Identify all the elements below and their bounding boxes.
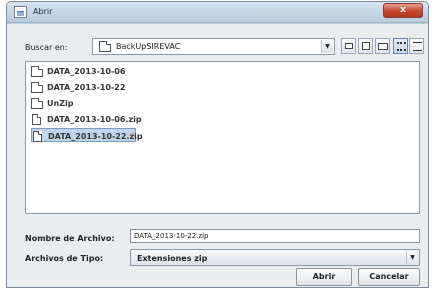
file-name-label: Nombre de Archivo: [25, 234, 115, 243]
folder-icon [31, 98, 43, 109]
folder-icon [99, 41, 111, 52]
look-in-label: Buscar en: [25, 43, 68, 52]
details-view-button[interactable] [409, 38, 424, 54]
up-folder-button[interactable] [341, 38, 356, 54]
open-dialog: Abrir x Buscar en: BackUpSIREVAC ▼ DATA_… [6, 1, 429, 288]
file-list[interactable]: DATA_2013-10-06 DATA_2013-10-22 UnZip DA… [25, 61, 420, 214]
details-view-icon [413, 42, 422, 51]
file-icon [33, 131, 42, 142]
list-view-button[interactable] [393, 38, 408, 54]
up-folder-icon [345, 43, 353, 49]
cancel-button[interactable]: Cancelar [358, 268, 420, 286]
close-button[interactable]: x [383, 3, 423, 18]
list-item-selected[interactable]: DATA_2013-10-22.zip [31, 128, 143, 142]
file-type-select[interactable]: Extensiones zip ▼ [130, 249, 420, 266]
title-bar[interactable]: Abrir x [7, 2, 428, 23]
file-type-label: Archivos de Tipo: [25, 254, 104, 263]
new-folder-button[interactable] [375, 38, 390, 54]
app-icon [14, 6, 27, 18]
window-title: Abrir [33, 7, 53, 16]
list-item[interactable]: DATA_2013-10-06.zip [31, 112, 142, 126]
file-name-input[interactable] [130, 229, 420, 243]
file-type-value: Extensiones zip [137, 254, 208, 263]
home-icon [362, 42, 370, 50]
folder-icon [31, 82, 43, 93]
dialog-body: Buscar en: BackUpSIREVAC ▼ DATA_2013-10-… [12, 24, 425, 286]
home-button[interactable] [358, 38, 373, 54]
close-icon: x [400, 5, 406, 15]
list-item[interactable]: DATA_2013-10-06 [31, 64, 125, 78]
new-folder-icon [378, 43, 388, 50]
file-icon [32, 114, 41, 125]
list-item[interactable]: DATA_2013-10-22 [31, 80, 125, 94]
look-in-value: BackUpSIREVAC [116, 42, 181, 51]
chevron-down-icon[interactable]: ▼ [321, 40, 333, 53]
folder-icon [31, 66, 43, 77]
look-in-combo[interactable]: BackUpSIREVAC ▼ [92, 38, 335, 55]
open-button[interactable]: Abrir [296, 268, 352, 286]
chevron-down-icon[interactable]: ▼ [406, 251, 418, 264]
list-item[interactable]: UnZip [31, 96, 73, 110]
list-view-icon [397, 42, 406, 51]
